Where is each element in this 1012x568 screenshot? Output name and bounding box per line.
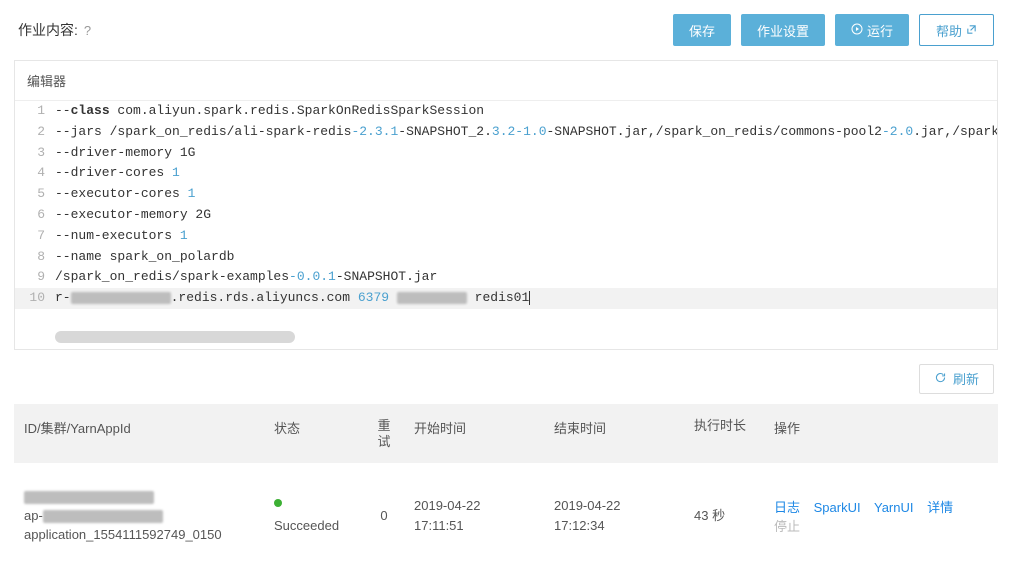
- code-line[interactable]: --driver-memory 1G: [55, 143, 997, 164]
- gutter: 3: [15, 143, 55, 164]
- op-log-link[interactable]: 日志: [774, 500, 800, 515]
- play-icon: [851, 23, 863, 38]
- redacted-text: [43, 510, 163, 523]
- code-line[interactable]: --name spark_on_polardb: [55, 247, 997, 268]
- code-line[interactable]: --num-executors 1: [55, 226, 997, 247]
- cell-retry: 0: [364, 494, 404, 538]
- jobs-table: ID/集群/YarnAppId 状态 重试 开始时间 结束时间 执行时长 操作 …: [14, 404, 998, 568]
- code-editor[interactable]: 1--class com.aliyun.spark.redis.SparkOnR…: [15, 101, 997, 343]
- save-button[interactable]: 保存: [673, 14, 731, 46]
- status-text: Succeeded: [274, 518, 354, 533]
- cell-end: 2019-04-22 17:12:34: [544, 482, 684, 549]
- gutter: 7: [15, 226, 55, 247]
- refresh-label: 刷新: [953, 369, 979, 388]
- page-header: 作业内容: ? 保存 作业设置 运行 帮助: [0, 0, 1012, 60]
- external-link-icon: [966, 23, 977, 38]
- scrollbar-thumb[interactable]: [55, 331, 295, 343]
- editor-title: 编辑器: [15, 61, 997, 101]
- table-row: ap- application_1554111592749_0150 Succe…: [14, 463, 998, 568]
- cell-start: 2019-04-22 17:11:51: [404, 482, 544, 549]
- code-line[interactable]: --driver-cores 1: [55, 163, 997, 184]
- gutter: 8: [15, 247, 55, 268]
- cluster-prefix: ap-: [24, 508, 43, 523]
- refresh-button[interactable]: 刷新: [919, 364, 994, 394]
- code-line[interactable]: --class com.aliyun.spark.redis.SparkOnRe…: [55, 101, 997, 122]
- code-line[interactable]: --executor-memory 2G: [55, 205, 997, 226]
- horizontal-scrollbar[interactable]: [55, 331, 989, 343]
- code-line[interactable]: /spark_on_redis/spark-examples-0.0.1-SNA…: [55, 267, 997, 288]
- th-ops: 操作: [764, 404, 998, 463]
- op-yarnui-link[interactable]: YarnUI: [874, 500, 914, 515]
- help-label: 帮助: [936, 21, 962, 40]
- gutter: 1: [15, 101, 55, 122]
- th-duration: 执行时长: [684, 404, 764, 463]
- gutter: 4: [15, 163, 55, 184]
- code-line[interactable]: --jars /spark_on_redis/ali-spark-redis-2…: [55, 122, 997, 143]
- th-status: 状态: [264, 404, 364, 463]
- op-stop-disabled: 停止: [774, 519, 800, 534]
- redacted-text: [24, 491, 154, 504]
- code-line[interactable]: --executor-cores 1: [55, 184, 997, 205]
- cell-status: Succeeded: [264, 485, 364, 547]
- redacted-text: [397, 292, 467, 304]
- gutter: 9: [15, 267, 55, 288]
- code-line[interactable]: r-.redis.rds.aliyuncs.com 6379 redis01: [55, 288, 997, 309]
- status-dot-icon: [274, 499, 282, 507]
- cell-ops: 日志 SparkUI YarnUI 详情 停止: [764, 483, 998, 549]
- text-cursor: [529, 291, 530, 305]
- refresh-row: 刷新: [0, 350, 1012, 404]
- run-button[interactable]: 运行: [835, 14, 909, 46]
- job-settings-button[interactable]: 作业设置: [741, 14, 825, 46]
- page-title: 作业内容:: [18, 20, 78, 40]
- editor-panel: 编辑器 1--class com.aliyun.spark.redis.Spar…: [14, 60, 998, 350]
- th-retry: 重试: [364, 404, 404, 463]
- redacted-text: [71, 292, 171, 304]
- op-sparkui-link[interactable]: SparkUI: [814, 500, 861, 515]
- op-detail-link[interactable]: 详情: [927, 500, 953, 515]
- cell-duration: 43 秒: [684, 494, 764, 538]
- gutter: 10: [15, 288, 55, 309]
- cell-id: ap- application_1554111592749_0150: [14, 471, 264, 560]
- gutter: 6: [15, 205, 55, 226]
- help-icon[interactable]: ?: [84, 23, 91, 38]
- run-label: 运行: [867, 21, 893, 40]
- th-start: 开始时间: [404, 404, 544, 463]
- gutter: 2: [15, 122, 55, 143]
- th-end: 结束时间: [544, 404, 684, 463]
- table-header: ID/集群/YarnAppId 状态 重试 开始时间 结束时间 执行时长 操作: [14, 404, 998, 463]
- th-id: ID/集群/YarnAppId: [14, 404, 264, 463]
- refresh-icon: [934, 371, 947, 387]
- help-button[interactable]: 帮助: [919, 14, 994, 46]
- gutter: 5: [15, 184, 55, 205]
